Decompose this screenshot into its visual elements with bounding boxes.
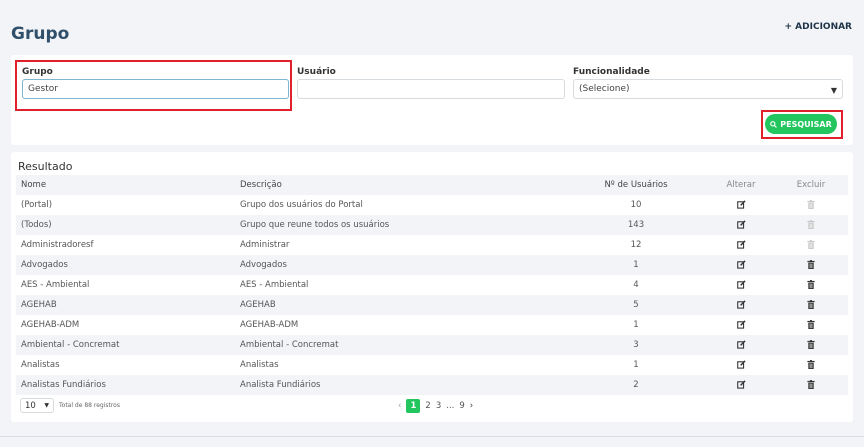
edit-icon[interactable] [721, 340, 761, 352]
table-row: AES - Ambiental AES - Ambiental 4 [16, 275, 848, 295]
trash-icon[interactable] [791, 360, 831, 372]
cell-usuarios: 12 [630, 240, 642, 250]
page-size-value: 10 [25, 401, 36, 411]
page-ellipsis: ... [446, 401, 455, 411]
trash-icon [791, 200, 831, 212]
cell-descricao: Grupo dos usuários do Portal [240, 200, 363, 210]
usuario-input[interactable] [297, 79, 565, 99]
edit-icon[interactable] [721, 240, 761, 252]
funcionalidade-select[interactable]: (Selecione) ▼ [573, 79, 843, 99]
trash-icon[interactable] [791, 280, 831, 292]
result-title: Resultado [18, 160, 73, 173]
cell-nome: (Portal) [21, 200, 53, 210]
trash-icon [791, 240, 831, 252]
cell-usuarios: 1 [633, 360, 639, 370]
result-table: Nome Descrição Nº de Usuários Alterar Ex… [16, 175, 848, 395]
edit-icon[interactable] [721, 360, 761, 372]
page-size-select[interactable]: 10 ▼ [20, 398, 54, 413]
trash-icon [791, 220, 831, 232]
page-button-active[interactable]: 1 [406, 399, 421, 413]
cell-descricao: Grupo que reune todos os usuários [240, 220, 390, 230]
header-usuarios: Nº de Usuários [604, 180, 668, 190]
funcionalidade-label: Funcionalidade [573, 67, 650, 77]
edit-icon[interactable] [721, 320, 761, 332]
chevron-right-icon[interactable]: › [470, 401, 473, 411]
page-size-area: 10 ▼ Total de 88 registros [20, 398, 120, 413]
table-row: Analistas Analistas 1 [16, 355, 848, 375]
edit-icon[interactable] [721, 200, 761, 212]
table-row: Analistas Fundiários Analista Fundiários 2 [16, 375, 848, 395]
page-button[interactable]: 3 [436, 401, 441, 411]
table-header: Nome Descrição Nº de Usuários Alterar Ex… [16, 175, 848, 195]
trash-icon[interactable] [791, 380, 831, 392]
cell-nome: AES - Ambiental [21, 280, 90, 290]
edit-icon[interactable] [721, 260, 761, 272]
cell-usuarios: 3 [633, 340, 639, 350]
cell-nome: Administradoresf [21, 240, 94, 250]
cell-nome: Ambiental - Concremat [21, 340, 120, 350]
chevron-down-icon: ▼ [44, 402, 49, 409]
trash-icon[interactable] [791, 320, 831, 332]
table-row: (Portal) Grupo dos usuários do Portal 10 [16, 195, 848, 215]
cell-descricao: Ambiental - Concremat [240, 340, 339, 350]
table-row: (Todos) Grupo que reune todos os usuários… [16, 215, 848, 235]
table-row: AGEHAB AGEHAB 5 [16, 295, 848, 315]
cell-usuarios: 1 [633, 320, 639, 330]
trash-icon[interactable] [791, 300, 831, 312]
table-row: AGEHAB-ADM AGEHAB-ADM 1 [16, 315, 848, 335]
add-button[interactable]: + ADICIONAR [785, 22, 853, 32]
cell-usuarios: 10 [630, 200, 642, 210]
edit-icon[interactable] [721, 380, 761, 392]
cell-nome: AGEHAB-ADM [21, 320, 80, 330]
result-panel: Resultado Nome Descrição Nº de Usuários … [11, 152, 853, 422]
cell-nome: Analistas Fundiários [21, 380, 106, 390]
cell-usuarios: 5 [633, 300, 639, 310]
trash-icon[interactable] [791, 340, 831, 352]
search-highlight-box [761, 110, 843, 139]
edit-icon[interactable] [721, 220, 761, 232]
cell-descricao: AGEHAB [240, 300, 276, 310]
cell-descricao: Administrar [240, 240, 290, 250]
header-nome: Nome [21, 180, 47, 190]
funcionalidade-selected-value: (Selecione) [579, 84, 630, 94]
cell-usuarios: 4 [633, 280, 639, 290]
cell-descricao: AES - Ambiental [240, 280, 309, 290]
cell-descricao: Advogados [240, 260, 287, 270]
cell-nome: (Todos) [21, 220, 52, 230]
cell-usuarios: 143 [627, 220, 645, 230]
page-title: Grupo [11, 24, 70, 44]
total-records: Total de 88 registros [59, 402, 120, 409]
header-excluir: Excluir [796, 180, 826, 190]
page-button[interactable]: 2 [425, 401, 430, 411]
cell-descricao: Analista Fundiários [240, 380, 321, 390]
trash-icon[interactable] [791, 260, 831, 272]
cell-usuarios: 2 [633, 380, 639, 390]
chevron-left-icon[interactable]: ‹ [398, 401, 401, 411]
cell-descricao: Analistas [240, 360, 279, 370]
cell-nome: AGEHAB [21, 300, 57, 310]
chevron-down-icon: ▼ [830, 86, 837, 95]
header-descricao: Descrição [240, 180, 282, 190]
pagination: ‹ 1 2 3... 9 › [398, 399, 473, 413]
page-button[interactable]: 9 [459, 401, 464, 411]
table-row: Administradoresf Administrar 12 [16, 235, 848, 255]
header-alterar: Alterar [726, 180, 756, 190]
cell-descricao: AGEHAB-ADM [240, 320, 299, 330]
table-row: Advogados Advogados 1 [16, 255, 848, 275]
usuario-label: Usuário [297, 67, 336, 77]
table-row: Ambiental - Concremat Ambiental - Concrem… [16, 335, 848, 355]
cell-usuarios: 1 [633, 260, 639, 270]
divider [0, 436, 864, 437]
edit-icon[interactable] [721, 280, 761, 292]
cell-nome: Advogados [21, 260, 68, 270]
edit-icon[interactable] [721, 300, 761, 312]
cell-nome: Analistas [21, 360, 60, 370]
grupo-highlight-box [15, 60, 292, 111]
